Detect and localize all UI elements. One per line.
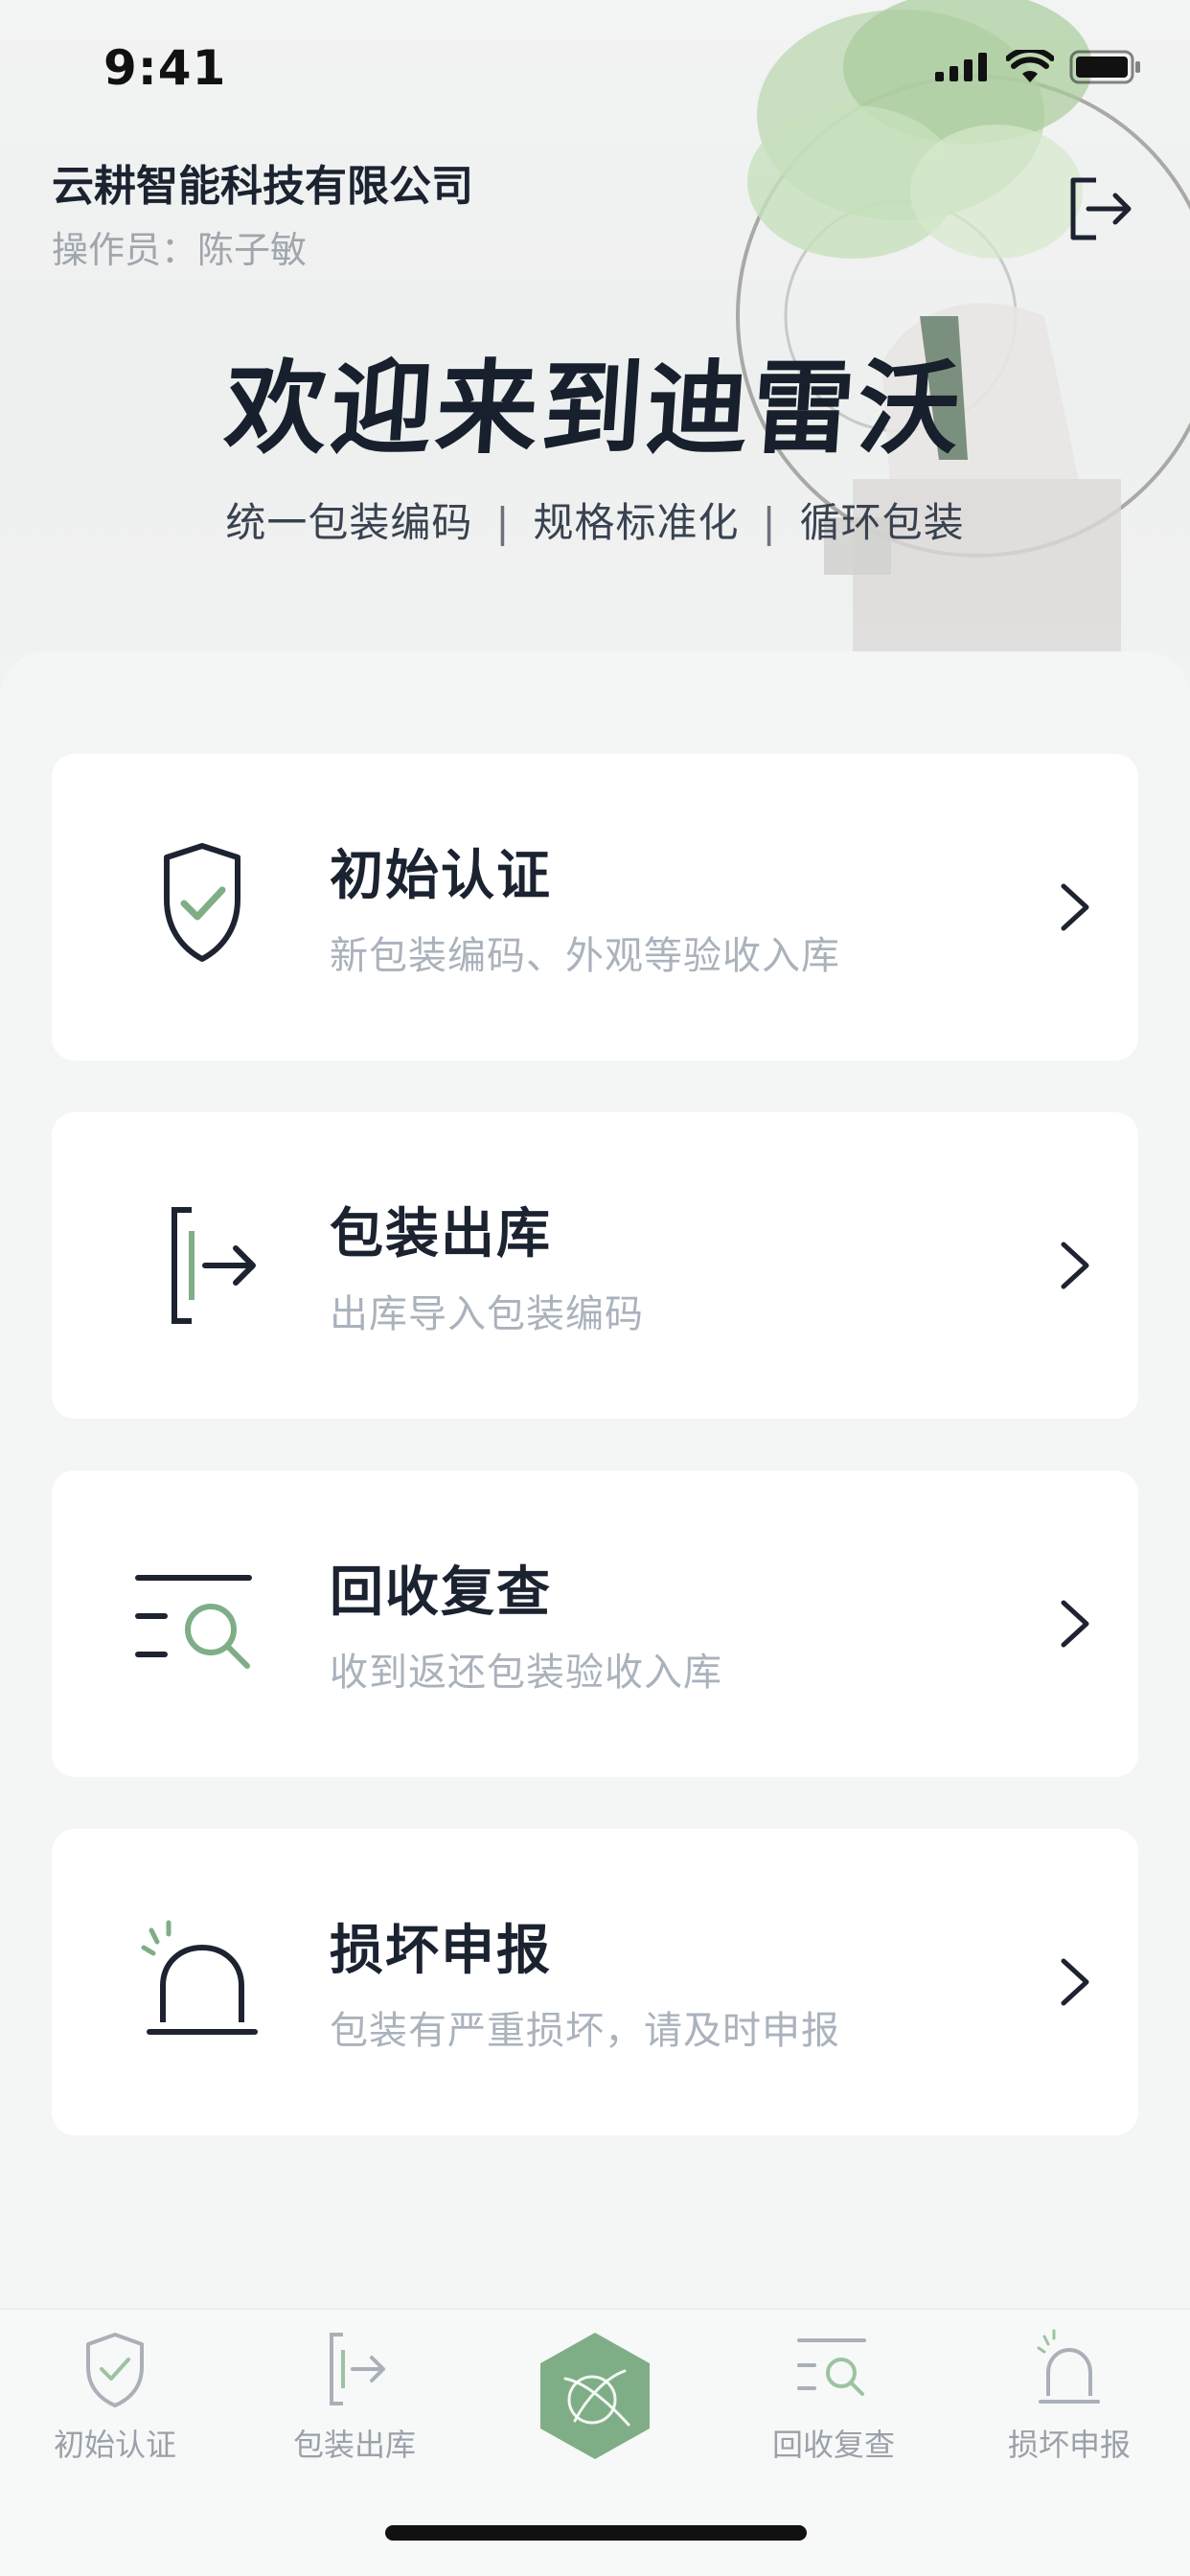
slogan-item: 循环包装 — [799, 499, 965, 546]
hexagon-logo-icon[interactable] — [533, 2329, 657, 2463]
status-icons — [933, 50, 1142, 84]
menu-card-damage-report[interactable]: 损坏申报 包装有严重损坏，请及时申报 — [52, 1829, 1138, 2135]
company-name: 云耕智能科技有限公司 — [52, 162, 473, 211]
chevron-right-icon — [1061, 1958, 1089, 2006]
slogan-separator: | — [762, 499, 777, 546]
tab-initial-cert[interactable]: 初始认证 — [10, 2329, 220, 2465]
chevron-right-icon — [1061, 1600, 1089, 1648]
battery-icon — [1069, 50, 1140, 84]
card-title: 回收复查 — [330, 1562, 552, 1624]
export-icon — [172, 1207, 256, 1324]
menu-panel: 初始认证 新包装编码、外观等验收入库 包装出库 出库导入包装编码 回收复查 收到… — [0, 651, 1190, 2309]
status-bar: 9:41 — [0, 0, 1190, 144]
card-desc: 包装有严重损坏，请及时申报 — [330, 2009, 840, 2053]
chevron-right-icon — [1061, 1242, 1089, 1289]
chevron-right-icon — [1061, 883, 1089, 931]
welcome-title: 欢迎来到迪雷沃 — [221, 350, 968, 467]
tab-label: 回收复查 — [771, 2427, 895, 2463]
tab-label: 初始认证 — [53, 2427, 176, 2463]
menu-card-initial-cert[interactable]: 初始认证 新包装编码、外观等验收入库 — [52, 754, 1138, 1060]
card-title: 初始认证 — [330, 845, 552, 907]
card-desc: 收到返还包装验收入库 — [330, 1651, 722, 1695]
tab-label: 损坏申报 — [1007, 2427, 1131, 2463]
slogan-separator: | — [495, 499, 511, 546]
shield-check-icon — [86, 2333, 144, 2407]
status-time: 9:41 — [103, 40, 227, 96]
tab-label: 包装出库 — [292, 2427, 416, 2463]
slogan-item: 统一包装编码 — [225, 499, 473, 546]
alarm-icon — [141, 1920, 258, 2035]
card-title: 损坏申报 — [330, 1920, 552, 1982]
slogan: 统一包装编码 | 规格标准化 | 循环包装 — [0, 490, 1190, 549]
logout-icon[interactable] — [1064, 172, 1136, 245]
operator-name: 操作员：陈子敏 — [52, 229, 308, 271]
home-indicator — [385, 2525, 807, 2541]
card-title: 包装出库 — [330, 1203, 552, 1265]
search-list-icon — [135, 1575, 252, 1669]
tab-recycle-review[interactable]: 回收复查 — [728, 2329, 939, 2465]
shield-check-icon — [164, 843, 240, 962]
tab-outbound[interactable]: 包装出库 — [249, 2329, 460, 2465]
tab-damage-report[interactable]: 损坏申报 — [964, 2329, 1175, 2465]
card-desc: 出库导入包装编码 — [330, 1292, 644, 1336]
alarm-icon — [1037, 2329, 1100, 2404]
menu-card-recycle-review[interactable]: 回收复查 收到返还包装验收入库 — [52, 1470, 1138, 1777]
menu-card-outbound[interactable]: 包装出库 出库导入包装编码 — [52, 1112, 1138, 1419]
card-desc: 新包装编码、外观等验收入库 — [330, 934, 840, 978]
wifi-icon — [1006, 50, 1054, 82]
signal-icon — [935, 53, 987, 81]
search-list-icon — [797, 2338, 866, 2396]
slogan-item: 规格标准化 — [533, 499, 740, 546]
export-icon — [330, 2333, 385, 2405]
